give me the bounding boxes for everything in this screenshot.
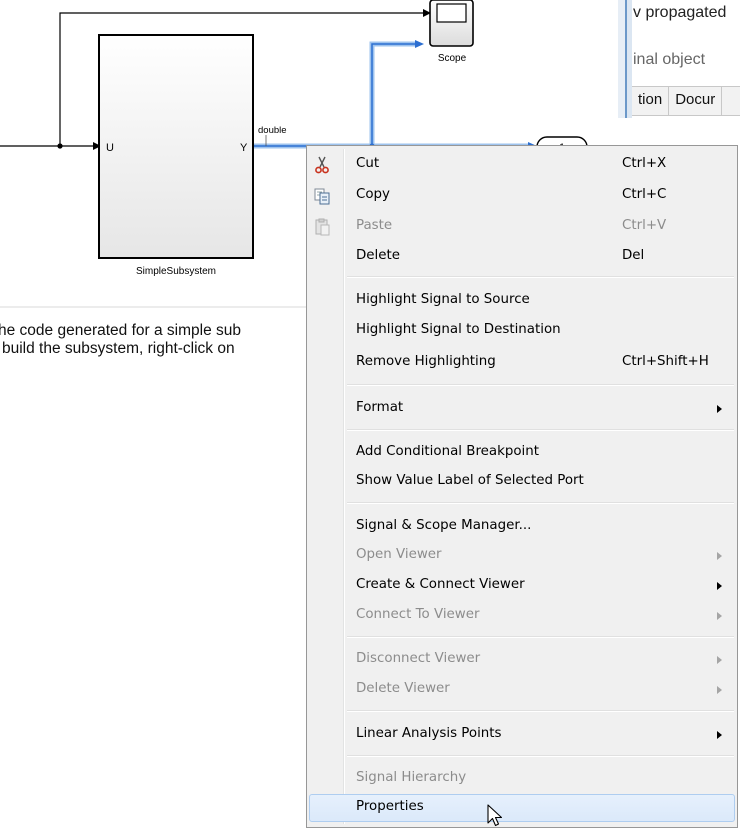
menu-label: Format xyxy=(356,400,404,415)
menu-label: Delete xyxy=(356,248,400,263)
submenu-arrow-icon xyxy=(717,656,722,664)
menu-separator xyxy=(347,384,734,386)
menu-item-create-connect-viewer[interactable]: Create & Connect Viewer xyxy=(309,572,735,600)
panel-text-signal-object: inal object xyxy=(633,51,706,68)
annotation-line-2: build the subsystem, right-click on xyxy=(2,340,235,357)
submenu-arrow-icon xyxy=(717,405,722,413)
menu-shortcut: Ctrl+C xyxy=(622,187,667,202)
menu-item-signal-scope-manager[interactable]: Signal & Scope Manager... xyxy=(309,513,735,541)
menu-item-disconnect-viewer[interactable]: Disconnect Viewer xyxy=(309,646,735,674)
menu-item-format[interactable]: Format xyxy=(309,395,735,423)
menu-label: Disconnect Viewer xyxy=(356,651,481,666)
menu-item-cut[interactable]: Cut Ctrl+X xyxy=(309,151,735,179)
menu-label: Copy xyxy=(356,187,390,202)
menu-item-linear-analysis-points[interactable]: Linear Analysis Points xyxy=(309,721,735,749)
menu-label: Highlight Signal to Source xyxy=(356,292,530,307)
menu-item-paste[interactable]: Paste Ctrl+V xyxy=(309,213,735,241)
menu-shortcut: Ctrl+V xyxy=(622,218,667,233)
menu-label: Add Conditional Breakpoint xyxy=(356,444,540,459)
subsystem-name: SimpleSubsystem xyxy=(136,266,216,277)
menu-label: Remove Highlighting xyxy=(356,354,496,369)
menu-separator xyxy=(347,755,734,757)
menu-label: Delete Viewer xyxy=(356,681,450,696)
menu-item-highlight-destination[interactable]: Highlight Signal to Destination xyxy=(309,317,735,345)
menu-item-remove-highlighting[interactable]: Remove Highlighting Ctrl+Shift+H xyxy=(309,349,735,377)
menu-label: Signal & Scope Manager... xyxy=(356,518,532,533)
menu-label: Connect To Viewer xyxy=(356,607,480,622)
menu-label: Signal Hierarchy xyxy=(356,770,467,785)
menu-separator xyxy=(347,276,734,278)
menu-shortcut: Ctrl+X xyxy=(622,156,667,171)
tab-documentation[interactable]: Docur xyxy=(669,87,723,115)
scope-block[interactable] xyxy=(429,0,474,47)
panel-frame-border xyxy=(618,0,632,118)
submenu-arrow-icon xyxy=(717,612,722,620)
annotation-line-1: he code generated for a simple sub xyxy=(0,322,241,339)
menu-item-delete-viewer[interactable]: Delete Viewer xyxy=(309,676,735,704)
menu-item-properties[interactable]: Properties xyxy=(309,794,735,822)
panel-tabs: tion Docur xyxy=(632,86,740,116)
menu-label: Cut xyxy=(356,156,380,171)
menu-separator xyxy=(347,636,734,638)
menu-item-delete[interactable]: Delete Del xyxy=(309,243,735,271)
panel-text-propagated: v propagated xyxy=(633,4,727,21)
menu-label: Highlight Signal to Destination xyxy=(356,322,561,337)
submenu-arrow-icon xyxy=(717,686,722,694)
menu-separator xyxy=(347,710,734,712)
menu-label: Create & Connect Viewer xyxy=(356,577,525,592)
copy-icon xyxy=(314,188,330,205)
submenu-arrow-icon xyxy=(717,582,722,590)
menu-item-connect-to-viewer[interactable]: Connect To Viewer xyxy=(309,602,735,630)
menu-label: Paste xyxy=(356,218,393,233)
menu-label: Show Value Label of Selected Port xyxy=(356,473,584,488)
property-inspector-panel: v propagated inal object tion Docur xyxy=(618,0,740,118)
scissors-icon xyxy=(315,156,329,174)
input-signal-line[interactable] xyxy=(0,142,101,150)
simple-subsystem-block[interactable]: U Y xyxy=(98,34,254,259)
menu-item-highlight-source[interactable]: Highlight Signal to Source xyxy=(309,287,735,315)
model-annotation[interactable]: he code generated for a simple sub build… xyxy=(0,322,308,368)
outport-label: Y xyxy=(240,142,248,154)
menu-separator xyxy=(347,429,734,431)
menu-label: Open Viewer xyxy=(356,547,442,562)
signal-datatype-label: double xyxy=(258,125,287,136)
menu-separator xyxy=(347,502,734,504)
paste-icon xyxy=(315,218,330,236)
arrow-pointer-icon xyxy=(487,804,503,827)
signal-context-menu: Cut Ctrl+X Copy Ctrl+C Paste Ctrl+V Dele… xyxy=(306,145,738,828)
menu-label: Properties xyxy=(356,799,424,814)
menu-item-open-viewer[interactable]: Open Viewer xyxy=(309,542,735,570)
menu-shortcut: Ctrl+Shift+H xyxy=(622,354,709,369)
menu-shortcut: Del xyxy=(622,248,645,263)
menu-item-show-value-label[interactable]: Show Value Label of Selected Port xyxy=(309,468,735,496)
menu-item-add-conditional-breakpoint[interactable]: Add Conditional Breakpoint xyxy=(309,439,735,467)
menu-item-signal-hierarchy[interactable]: Signal Hierarchy xyxy=(309,765,735,793)
inport-label: U xyxy=(106,142,114,154)
tab-description[interactable]: tion xyxy=(632,87,670,115)
selected-output-signal[interactable] xyxy=(254,40,537,150)
menu-label: Linear Analysis Points xyxy=(356,726,502,741)
scope-label: Scope xyxy=(438,53,467,64)
submenu-arrow-icon xyxy=(717,731,722,739)
submenu-arrow-icon xyxy=(717,552,722,560)
menu-item-copy[interactable]: Copy Ctrl+C xyxy=(309,182,735,210)
